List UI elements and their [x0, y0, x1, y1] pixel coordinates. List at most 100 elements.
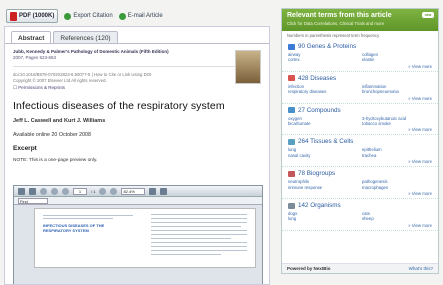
pdf-label: PDF (1000K) — [19, 13, 55, 19]
screenshot-root: PDF (1000K) Export Citation E-mail Artic… — [0, 0, 443, 285]
panel-footer: Powered by NextBio What's this? — [282, 263, 438, 273]
text-line — [151, 238, 231, 240]
term-list: dogs cats lung sheep — [288, 211, 432, 222]
whats-this-link[interactable]: What's this? — [409, 266, 433, 271]
term-list: infection inflammation respiratory disease… — [288, 84, 432, 95]
powered-by[interactable]: Powered by NextBio — [287, 266, 331, 271]
tab-references[interactable]: References (120) — [53, 31, 118, 43]
term-link[interactable]: bicarbonate — [288, 121, 358, 126]
new-badge: new — [422, 12, 434, 18]
zoom-out-icon[interactable] — [99, 187, 107, 195]
term-frequency-note: Numbers in parenthesis represent term fr… — [287, 33, 380, 38]
term-section-title: 78 Biogroups — [298, 170, 336, 178]
export-label: Export Citation — [73, 13, 113, 19]
tab-abstract[interactable]: Abstract — [11, 31, 52, 43]
article-panel: Abstract References (120) Jubb, Kennedy … — [4, 26, 270, 285]
export-citation-link[interactable]: Export Citation — [64, 12, 113, 20]
save-icon[interactable] — [29, 187, 36, 195]
term-section-header[interactable]: 78 Biogroups — [288, 170, 432, 177]
term-section-title: 90 Genes & Proteins — [298, 43, 357, 50]
term-section-header[interactable]: 428 Diseases — [288, 75, 432, 82]
citation-source-text: Jubb, Kennedy & Palmer's Pathology of Do… — [13, 49, 169, 54]
text-line — [151, 226, 241, 228]
category-icon — [288, 43, 295, 50]
next-page-icon[interactable] — [62, 187, 69, 195]
term-list: lung epithelium nasal cavity trachea — [288, 147, 432, 158]
term-link[interactable]: nasal cavity — [288, 153, 358, 158]
preview-note: NOTE: This is a one-page preview only. — [13, 158, 98, 163]
find-input[interactable]: Find — [18, 197, 48, 204]
category-icon — [288, 75, 295, 82]
term-link[interactable]: tobacco smoke — [362, 121, 432, 126]
term-section-title: 428 Diseases — [298, 74, 337, 82]
text-line — [151, 222, 247, 224]
pdf-viewer-toolbar: 1 / 1 82.4% — [14, 186, 262, 197]
term-link[interactable]: trachea — [362, 153, 432, 158]
book-cover-thumbnail[interactable] — [235, 50, 261, 84]
pdf-download-button[interactable]: PDF (1000K) — [6, 9, 59, 23]
text-line — [151, 246, 247, 248]
view-more-link[interactable]: » View more — [288, 191, 432, 196]
text-line — [151, 242, 247, 244]
term-link[interactable]: immune response — [288, 185, 358, 190]
term-sections: 90 Genes & Proteins airway collagen cortex e… — [282, 40, 438, 231]
view-more-link[interactable]: » View more — [288, 159, 432, 164]
hand-tool-icon[interactable] — [40, 187, 47, 195]
term-link[interactable]: bronchopneumonia — [362, 89, 432, 94]
term-list: oxygen 3-hydroxybutanoic acid bicarbonate t… — [288, 116, 432, 127]
term-section-header[interactable]: 90 Genes & Proteins — [288, 43, 432, 50]
article-authors[interactable]: Jeff L. Caswell and Kurt J. Williams — [13, 118, 261, 124]
fit-width-icon[interactable] — [160, 187, 168, 195]
zoom-select[interactable]: 82.4% — [121, 187, 146, 195]
view-more-label: View more — [411, 63, 432, 69]
term-link[interactable]: elastin — [362, 57, 432, 62]
term-list: neutrophils pathogenesis immune response ma… — [288, 179, 432, 190]
term-link[interactable]: respiratory diseases — [288, 89, 358, 94]
text-line — [151, 230, 247, 232]
text-line — [151, 234, 247, 236]
category-icon — [288, 202, 295, 209]
email-icon — [118, 12, 126, 20]
copyright: Copyright © 2007 Elsevier Ltd All rights… — [13, 77, 107, 83]
term-link[interactable]: cortex — [288, 57, 358, 62]
email-label: E-mail Article — [127, 13, 163, 19]
pdf-viewer[interactable]: 1 / 1 82.4% Find INFECTIOUS DISEASES OF … — [13, 185, 263, 284]
term-section-header[interactable]: 27 Compounds — [288, 107, 432, 114]
term-section-title: 142 Organisms — [298, 202, 341, 210]
pdf-icon — [10, 11, 17, 21]
zoom-in-icon[interactable] — [110, 187, 118, 195]
page-number-input[interactable]: 1 — [73, 187, 87, 195]
page-count: / 1 — [91, 188, 96, 194]
text-line — [151, 218, 247, 220]
view-more-label: View more — [411, 222, 432, 228]
term-section: 90 Genes & Proteins airway collagen cortex e… — [282, 40, 438, 72]
permissions-link[interactable]: ☐ Permissions & Reprints — [13, 85, 261, 91]
fit-page-icon[interactable] — [149, 187, 157, 195]
term-link[interactable]: macrophages — [362, 185, 432, 190]
term-link[interactable]: lung — [288, 216, 358, 221]
email-article-link[interactable]: E-mail Article — [118, 12, 163, 20]
prev-page-icon[interactable] — [51, 187, 58, 195]
term-list: airway collagen cortex elastin — [288, 52, 432, 63]
term-link[interactable]: sheep — [362, 216, 432, 221]
print-icon[interactable] — [18, 187, 25, 195]
view-more-link[interactable]: » View more — [288, 96, 432, 101]
view-more-link[interactable]: » View more — [288, 64, 432, 69]
relevant-terms-header: Relevant terms from this article Click f… — [282, 9, 438, 31]
category-icon — [288, 138, 295, 145]
view-more-link[interactable]: » View more — [288, 223, 432, 228]
term-section-header[interactable]: 264 Tissues & Cells — [288, 138, 432, 145]
term-section: 264 Tissues & Cells lung epithelium nasal c… — [282, 135, 438, 168]
term-section-header[interactable]: 142 Organisms — [288, 202, 432, 209]
citation-year: 2007, Pages 523-653 — [13, 55, 57, 60]
text-line — [151, 214, 247, 216]
available-online: Available online 20 October 2008 — [13, 132, 91, 138]
excerpt-heading: Excerpt — [13, 145, 37, 152]
term-section: 27 Compounds oxygen 3-hydroxybutanoic acid… — [282, 104, 438, 136]
permissions-label: Permissions & Reprints — [18, 85, 66, 90]
text-line — [43, 218, 113, 220]
article-title: Infectious diseases of the respiratory s… — [13, 100, 225, 112]
pdf-page: INFECTIOUS DISEASES OF THE RESPIRATORY S… — [34, 208, 256, 268]
view-more-link[interactable]: » View more — [288, 127, 432, 132]
article-body: Jubb, Kennedy & Palmer's Pathology of Do… — [5, 44, 269, 171]
